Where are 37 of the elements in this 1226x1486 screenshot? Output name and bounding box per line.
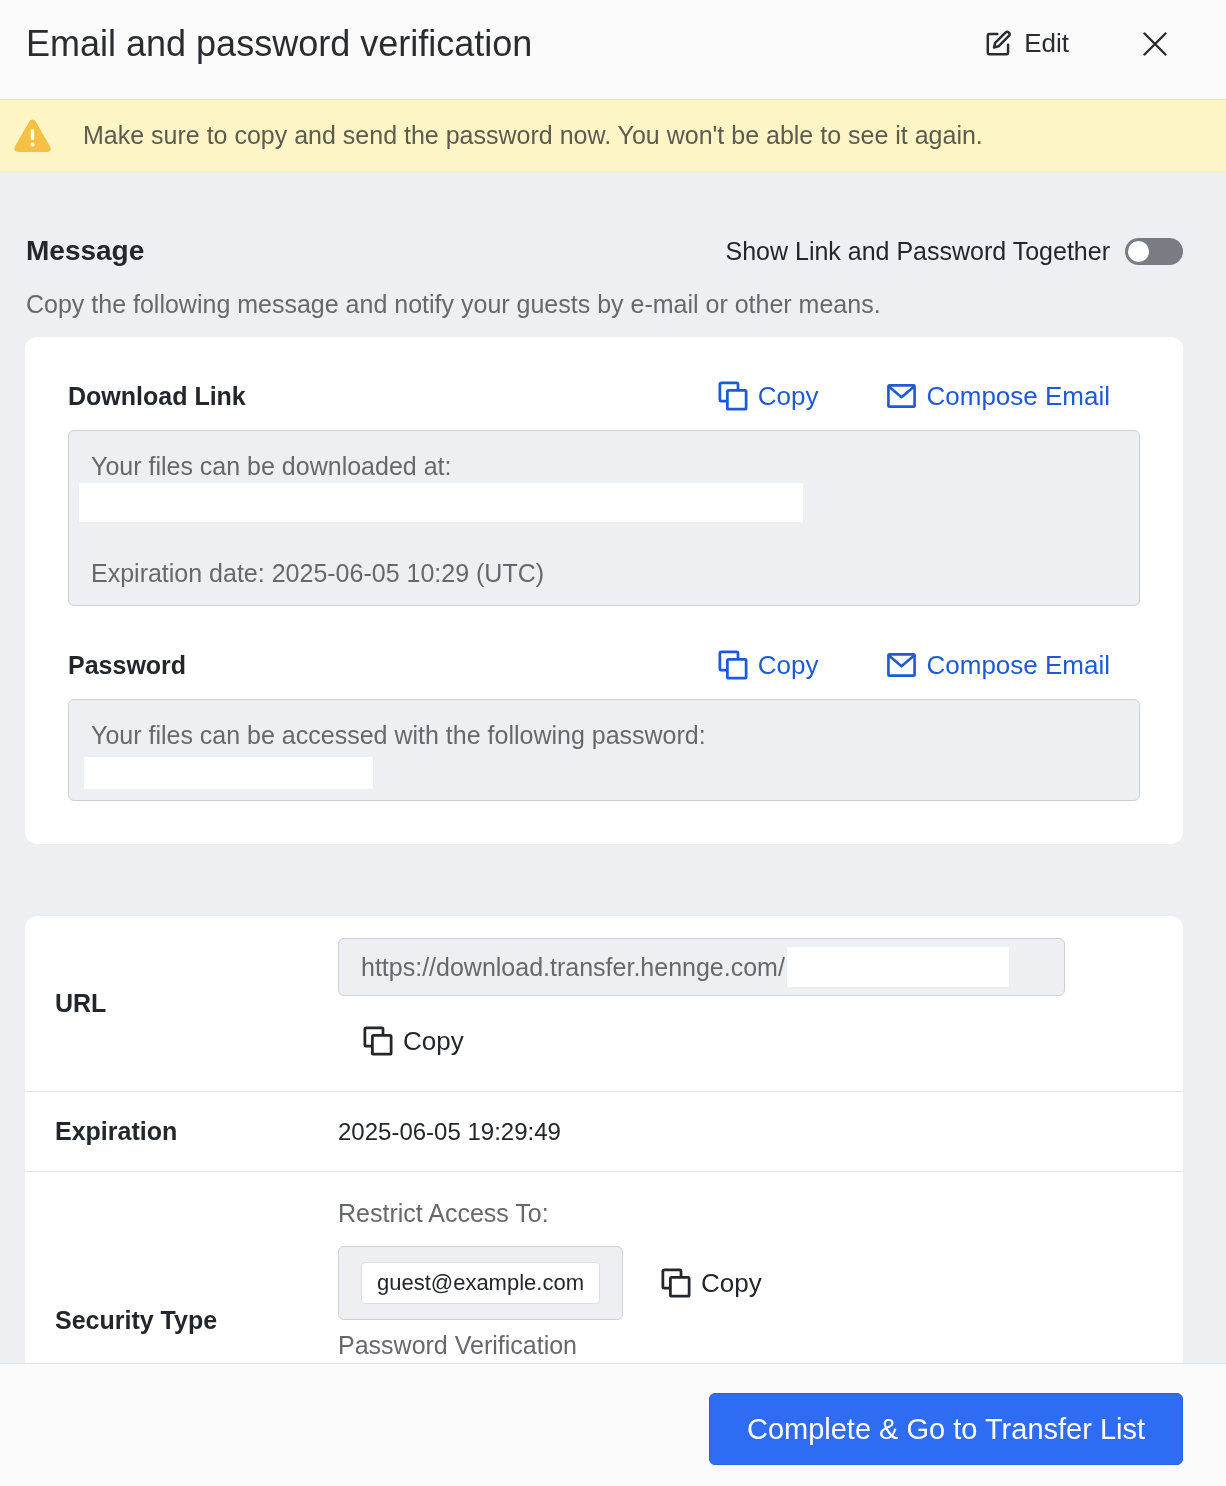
copy-icon (717, 381, 748, 411)
mail-icon (887, 653, 917, 677)
message-text: Your files can be accessed with the following password: (91, 720, 707, 750)
copy-icon (363, 1026, 393, 1056)
email-chip: guest@example.com (361, 1262, 600, 1304)
copy-icon (717, 650, 748, 680)
complete-button[interactable]: Complete & Go to Transfer List (709, 1393, 1183, 1465)
dialog-title: Email and password verification (26, 22, 534, 65)
url-field[interactable]: https://download.transfer.hennge.com/ (338, 938, 1065, 996)
block-heading: Download Link (68, 381, 247, 411)
field-caption: Restrict Access To: (338, 1198, 550, 1228)
message-text: Expiration date: 2025-06-05 10:29 (UTC) (91, 558, 546, 588)
section-description: Copy the following message and notify your guests by e-mail or other means. (25, 289, 882, 319)
message-text: Your files can be downloaded at: (91, 451, 453, 481)
copy-button[interactable]: Copy (363, 1021, 464, 1061)
mail-icon (887, 384, 917, 408)
close-icon (1143, 31, 1167, 56)
section-heading: Message (26, 235, 145, 267)
edit-button[interactable]: Edit (985, 28, 1069, 59)
row-label: URL (54, 989, 108, 1018)
row-label: Security Type (54, 1306, 219, 1335)
compose-email-button[interactable]: Compose Email (887, 380, 1110, 412)
row-value: 2025-06-05 19:29:49 (338, 1117, 561, 1145)
toggle-switch[interactable] (1125, 237, 1183, 265)
copy-button[interactable]: Copy (661, 1263, 762, 1303)
toggle-label: Show Link and Password Together (725, 236, 1110, 266)
warning-icon (14, 119, 51, 152)
copy-icon (661, 1268, 691, 1298)
block-heading: Password (68, 650, 188, 680)
security-method: Password Verification (338, 1332, 577, 1359)
warning-text: Make sure to copy and send the password now. You won't be able to see it again. (83, 121, 983, 150)
close-button[interactable] (1143, 31, 1167, 56)
edit-icon (985, 30, 1013, 57)
row-label: Expiration (54, 1117, 179, 1146)
copy-button[interactable]: Copy (717, 380, 819, 412)
copy-button[interactable]: Copy (717, 649, 819, 681)
compose-email-button[interactable]: Compose Email (887, 649, 1110, 681)
